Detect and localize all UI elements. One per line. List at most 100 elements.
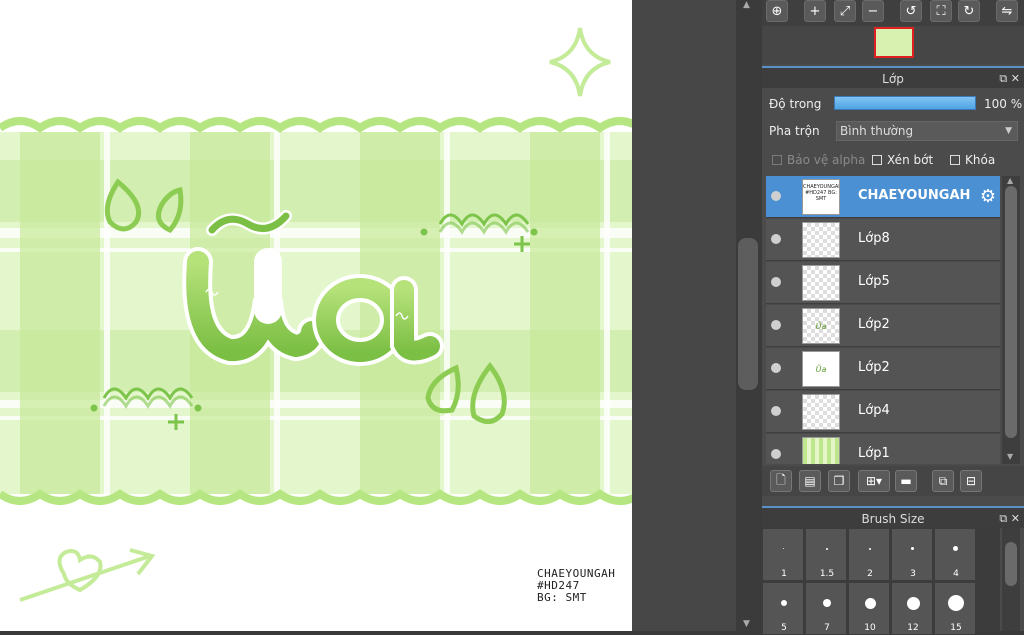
brush-size-option[interactable]: 15 (934, 582, 976, 635)
layer-thumbnail: Ũa (802, 308, 840, 344)
lock-label: Khóa (965, 153, 996, 167)
credit-line: BG: SMT (537, 591, 587, 604)
brush-size-panel-title: Brush Size (861, 512, 925, 526)
layer-item[interactable]: Ũa Lớp2 (766, 348, 1000, 390)
layer-name: Lớp2 (858, 360, 890, 375)
lock-checkbox[interactable]: Khóa (950, 153, 995, 167)
scroll-down-arrow-icon[interactable]: ▼ (743, 619, 750, 629)
protect-alpha-checkbox[interactable]: Bảo vệ alpha (772, 153, 865, 167)
rotate-right-icon[interactable]: ↻ (958, 0, 980, 22)
scrollbar-thumb[interactable] (1005, 186, 1017, 438)
layer-thumbnail-text: Ũa (815, 365, 827, 374)
close-icon[interactable]: ✕ (1011, 512, 1020, 525)
protect-alpha-label: Bảo vệ alpha (787, 153, 866, 167)
layer-panel-header: Lớp ⧉ ✕ (762, 66, 1024, 88)
clipping-label: Xén bớt (887, 153, 934, 167)
navigator-viewport-thumbnail[interactable] (874, 27, 914, 58)
checkbox-box[interactable] (872, 155, 882, 165)
layer-thumbnail-text: CHAEYOUNGAH #HD247 BG: SMT (803, 184, 840, 202)
layer-item[interactable]: Lớp8 (766, 219, 1000, 261)
opacity-row: Độ trong 100 % (762, 91, 1024, 117)
new-halftone-layer-icon[interactable]: ❐ (828, 470, 850, 492)
layer-item[interactable]: Lớp5 (766, 262, 1000, 304)
layer-list: CHAEYOUNGAH #HD247 BG: SMT CHAEYOUNGAH ⚙… (766, 176, 1000, 464)
close-icon[interactable]: ✕ (1011, 72, 1020, 85)
brush-size-option[interactable]: 7 (805, 582, 847, 635)
checkbox-box[interactable] (772, 155, 782, 165)
layer-name: Lớp5 (858, 274, 890, 289)
merge-layer-icon[interactable]: ⊟ (960, 470, 982, 492)
zoom-in-icon[interactable]: + (804, 0, 826, 22)
checkbox-box[interactable] (950, 155, 960, 165)
visibility-toggle-icon[interactable] (771, 406, 781, 416)
scroll-up-arrow-icon[interactable]: ▲ (1007, 176, 1013, 185)
layer-name: Lớp8 (858, 231, 890, 246)
layer-item[interactable]: Ũa Lớp2 (766, 305, 1000, 347)
new-layer-icon[interactable]: 🗋 (770, 470, 792, 492)
zoom-fit-icon[interactable]: ⊕ (766, 0, 788, 22)
visibility-toggle-icon[interactable] (771, 363, 781, 373)
credit-text: CHAEYOUNGAH #HD247 BG: SMT (537, 568, 615, 604)
navigator-preview[interactable] (762, 26, 1024, 64)
brush-size-option[interactable]: 5 (762, 582, 804, 635)
popout-icon[interactable]: ⧉ (999, 512, 1007, 525)
opacity-label: Độ trong (769, 97, 822, 111)
layer-thumbnail-text: Ũa (815, 322, 827, 331)
layer-item[interactable]: CHAEYOUNGAH #HD247 BG: SMT CHAEYOUNGAH ⚙ (766, 176, 1000, 218)
brush-size-option[interactable]: 10 (848, 582, 890, 635)
brush-size-option[interactable]: 3 (891, 528, 933, 581)
layer-thumbnail (802, 265, 840, 301)
clipping-checkbox[interactable]: Xén bớt (872, 153, 933, 167)
layer-action-bar: 🗋 ▤ ❐ ⊞▾ ▬ ⧉ ⊟ (762, 466, 1024, 496)
visibility-toggle-icon[interactable] (771, 320, 781, 330)
brush-size-panel-header: Brush Size ⧉ ✕ (762, 506, 1024, 528)
folder-icon[interactable]: ▬ (895, 470, 917, 492)
layer-thumbnail: Ũa (802, 351, 840, 387)
blend-mode-select[interactable]: Bình thường ▼ (836, 121, 1018, 141)
flip-icon[interactable]: ⇋ (996, 0, 1018, 22)
visibility-toggle-icon[interactable] (771, 277, 781, 287)
layer-thumbnail (802, 437, 840, 464)
fullscreen-icon[interactable]: ⛶ (930, 0, 952, 22)
scrollbar-thumb[interactable] (1005, 542, 1017, 586)
brush-size-option[interactable]: 1 (762, 528, 804, 581)
opacity-slider[interactable] (834, 96, 976, 110)
canvas-vertical-scrollbar[interactable]: ▲ ▼ (736, 0, 762, 631)
right-panel: ⊕ + ⤢ − ↺ ⛶ ↻ ⇋ Lớp ⧉ ✕ Độ trong 100 % P… (762, 0, 1024, 635)
fit-screen-icon[interactable]: ⤢ (834, 0, 856, 22)
brush-size-label: 4 (953, 569, 959, 579)
layer-list-scrollbar[interactable]: ▲ ▼ (1002, 176, 1020, 464)
opacity-value: 100 % (984, 97, 1023, 111)
zoom-out-icon[interactable]: − (862, 0, 884, 22)
brush-size-option[interactable]: 12 (891, 582, 933, 635)
visibility-toggle-icon[interactable] (771, 191, 781, 201)
layer-panel-title: Lớp (882, 72, 904, 86)
canvas-gutter (632, 0, 736, 631)
rotate-left-icon[interactable]: ↺ (900, 0, 922, 22)
popout-icon[interactable]: ⧉ (999, 72, 1007, 85)
brush-size-label: 5 (781, 623, 787, 633)
duplicate-layer-icon[interactable]: ⧉ (932, 470, 954, 492)
brush-size-scrollbar[interactable] (1002, 528, 1020, 631)
drawing-canvas[interactable]: CHAEYOUNGAH #HD247 BG: SMT (0, 0, 632, 631)
new-raster-layer-icon[interactable]: ▤ (799, 470, 821, 492)
brush-size-option[interactable]: 2 (848, 528, 890, 581)
gear-icon[interactable]: ⚙ (980, 186, 996, 207)
brush-size-grid: 1 1.5 2 3 4 5 7 10 12 15 (762, 528, 1000, 635)
layer-item[interactable]: Lớp4 (766, 391, 1000, 433)
brush-size-label: 15 (950, 623, 962, 633)
sparkle-decoration (549, 27, 611, 97)
scroll-up-arrow-icon[interactable]: ▲ (743, 0, 750, 10)
brush-size-option[interactable]: 1.5 (805, 528, 847, 581)
scrollbar-thumb[interactable] (738, 238, 758, 390)
layer-name: Lớp1 (858, 446, 890, 461)
layer-name: Lớp4 (858, 403, 890, 418)
brush-size-option[interactable]: 4 (934, 528, 976, 581)
artwork (0, 27, 632, 602)
add-layer-dropdown-icon[interactable]: ⊞▾ (858, 470, 890, 492)
scroll-down-arrow-icon[interactable]: ▼ (1007, 452, 1013, 461)
layer-item[interactable]: Lớp1 (766, 434, 1000, 464)
layer-name: Lớp2 (858, 317, 890, 332)
visibility-toggle-icon[interactable] (771, 449, 781, 459)
visibility-toggle-icon[interactable] (771, 234, 781, 244)
